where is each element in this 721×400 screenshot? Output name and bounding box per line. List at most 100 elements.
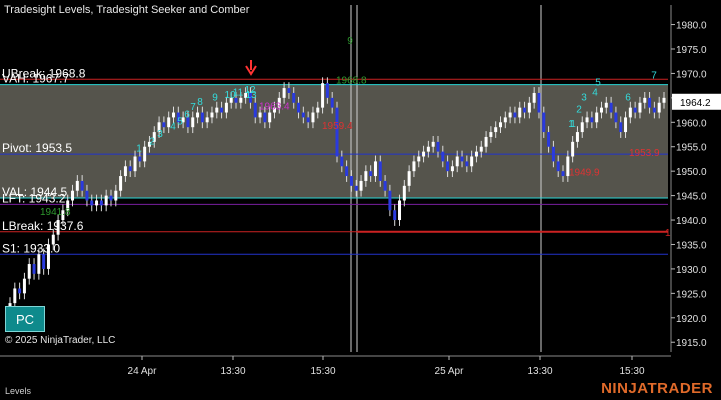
candle-body-5 <box>32 264 36 274</box>
candle-body-41 <box>205 117 209 123</box>
candle-body-129 <box>628 107 632 118</box>
candle-body-134 <box>652 107 656 113</box>
candle-body-73 <box>359 180 363 191</box>
candle-body-71 <box>349 176 353 186</box>
price-tick-label-8: 1955.0 <box>676 143 707 154</box>
candle-body-63 <box>311 112 315 123</box>
candle-body-25 <box>128 166 132 172</box>
candle-body-89 <box>436 141 440 152</box>
levels-tab[interactable]: Levels <box>5 386 31 396</box>
candle-body-57 <box>282 88 286 98</box>
candle-body-136 <box>662 97 666 103</box>
candle-body-16 <box>85 190 89 201</box>
candle-body-27 <box>138 156 142 162</box>
candle-body-20 <box>104 195 108 206</box>
candle-body-52 <box>258 112 262 118</box>
candle-body-133 <box>648 97 652 108</box>
candle-body-119 <box>580 122 584 133</box>
candle-body-3 <box>22 278 26 294</box>
candle-body-67 <box>330 97 334 108</box>
seeker-count-20: 7 <box>651 70 657 81</box>
seeker-count-15: 2 <box>576 105 582 116</box>
candle-body-80 <box>393 210 397 221</box>
candle-body-38 <box>191 117 195 128</box>
candle-body-75 <box>369 171 373 177</box>
candle-body-130 <box>633 107 637 113</box>
candle-body-61 <box>301 112 305 118</box>
candle-body-113 <box>551 146 555 162</box>
candle-body-28 <box>143 146 147 162</box>
time-tick-label-2: 15:30 <box>310 366 335 377</box>
price-annotation-3: 1953.9 <box>629 148 660 159</box>
candle-body-40 <box>200 112 204 123</box>
candle-body-92 <box>450 166 454 172</box>
candle-body-8 <box>46 244 50 269</box>
seeker-count-2: 3 <box>157 129 163 140</box>
price-tick-label-9: 1960.0 <box>676 118 707 129</box>
candle-body-100 <box>489 132 493 137</box>
seeker-count-0: 1 <box>136 144 142 155</box>
candle-body-15 <box>80 180 84 191</box>
candle-body-79 <box>388 190 392 211</box>
candle-body-84 <box>412 161 416 172</box>
candle-body-62 <box>306 117 310 123</box>
level-label-4: LFT: 1943.2 <box>2 191 66 205</box>
candle-body-91 <box>446 161 450 172</box>
seeker-count-10: 11 <box>233 87 244 98</box>
candle-body-123 <box>599 107 603 113</box>
candle-body-22 <box>114 190 118 201</box>
candle-body-60 <box>297 102 301 113</box>
price-tick-label-6: 1945.0 <box>676 192 707 203</box>
candle-body-19 <box>99 200 103 206</box>
candle-body-125 <box>609 102 613 113</box>
price-annotation-2: 1949.9 <box>569 168 600 179</box>
seeker-count-13: 9 <box>347 36 353 47</box>
candle-body-106 <box>518 107 522 118</box>
candle-body-78 <box>383 180 387 191</box>
candle-body-10 <box>56 220 60 235</box>
candle-body-83 <box>407 171 411 186</box>
level-label-5: LBreak: 1937.6 <box>2 219 84 233</box>
candle-body-110 <box>537 92 541 113</box>
price-annotation-1: 1959.4 <box>322 121 353 132</box>
candle-body-4 <box>27 264 31 279</box>
candle-body-18 <box>95 200 99 206</box>
price-tick-label-11: 1970.0 <box>676 69 707 80</box>
seeker-count-6: 7 <box>190 102 196 113</box>
price-tick-label-0: 1915.0 <box>676 338 707 349</box>
candle-body-122 <box>595 112 599 123</box>
price-tick-label-4: 1935.0 <box>676 240 707 251</box>
price-tick-label-12: 1975.0 <box>676 45 707 56</box>
candle-body-90 <box>441 151 445 162</box>
seeker-count-3: 4 <box>170 122 176 133</box>
seeker-count-12: 13 <box>245 90 257 101</box>
candle-body-105 <box>513 112 517 118</box>
pc-button[interactable]: PC <box>5 306 45 332</box>
candle-body-102 <box>499 122 502 128</box>
candle-body-77 <box>378 161 382 181</box>
candle-body-72 <box>354 185 358 191</box>
candle-body-103 <box>503 117 507 123</box>
candle-body-135 <box>657 102 661 113</box>
candle-body-34 <box>172 112 175 118</box>
candle-body-53 <box>263 112 267 123</box>
lbreak-count-label: 1 <box>665 228 671 239</box>
level-label-1: VAH: 1967.7 <box>2 72 69 86</box>
candle-body-14 <box>75 180 79 191</box>
candle-body-23 <box>119 176 123 191</box>
candle-body-9 <box>51 234 55 245</box>
price-axis[interactable]: 1915.0 1920.0 1925.0 1930.0 1935.0 1940.0 1945… <box>670 5 721 352</box>
candle-body-126 <box>614 112 618 123</box>
seeker-count-17: 4 <box>592 87 598 98</box>
candle-body-69 <box>340 156 344 167</box>
candle-body-6 <box>37 254 41 274</box>
seeker-count-21: 1 <box>570 119 576 130</box>
candle-body-131 <box>638 102 642 113</box>
candle-body-51 <box>253 102 257 118</box>
price-tick-label-1: 1920.0 <box>676 314 707 325</box>
time-axis[interactable]: 24 Apr 13:30 15:30 25 Apr 13:30 15:30 <box>0 355 671 377</box>
candle-body-98 <box>479 146 483 152</box>
candle-body-65 <box>321 83 325 108</box>
current-price-label: 1964.2 <box>680 98 711 109</box>
chart-title: Tradesight Levels, Tradesight Seeker and… <box>4 4 250 16</box>
